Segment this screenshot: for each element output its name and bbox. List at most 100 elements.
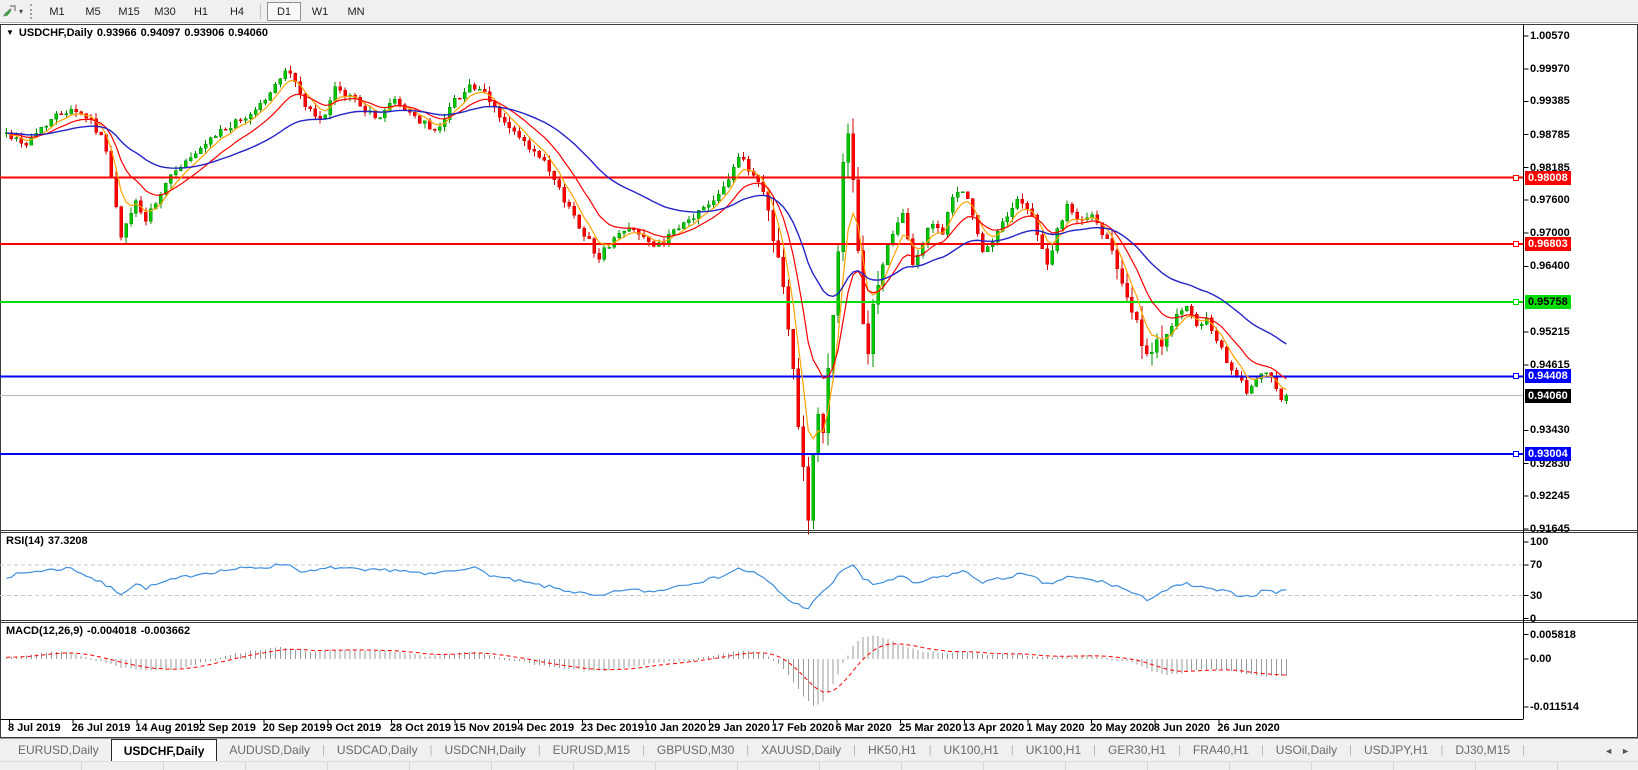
hline-price-tag[interactable]: 0.94408 (1525, 369, 1571, 384)
hline-handle[interactable] (1513, 174, 1519, 181)
collapse-triangle-icon[interactable]: ▼ (6, 28, 14, 37)
price-axis-tick: 0.91645 (1530, 523, 1570, 535)
date-axis-tick: 17 Feb 2020 (771, 722, 835, 734)
chart-tab-uk100-h1[interactable]: UK100,H1 (932, 739, 1011, 761)
tab-scroll-controls: ◄ ► (1604, 739, 1630, 762)
price-axis-tick: 0.93430 (1530, 424, 1570, 437)
timeframe-button-m30[interactable]: M30 (148, 2, 182, 21)
line-studies-cursor-tool-icon[interactable]: ▾ (0, 1, 25, 21)
macd-value: -0.004018 (87, 625, 137, 637)
timeframe-buttons: M1 M5 M15 M30 H1 H4 D1 W1 MN (39, 1, 374, 21)
chart-tab-usdcnh-daily[interactable]: USDCNH,Daily (432, 739, 537, 761)
timeframe-button-h4[interactable]: H4 (220, 2, 254, 21)
date-axis-tick: 8 Jun 2020 (1153, 722, 1210, 734)
date-axis-tick: 23 Dec 2019 (580, 722, 644, 734)
cursor-tool-glyph (3, 5, 16, 17)
macd-axis-tick: -0.011514 (1530, 701, 1579, 714)
tab-scroll-right-icon[interactable]: ► (1621, 746, 1630, 756)
chart-tab-ger30-h1[interactable]: GER30,H1 (1096, 739, 1178, 761)
rsi-axis-tick: 30 (1530, 589, 1543, 602)
chart-tab-usdchf-daily[interactable]: USDCHF,Daily (110, 739, 218, 761)
chart-tab-bar: EURUSD,Daily USDCHF,Daily AUDUSD,Daily | USD… (0, 738, 1638, 770)
quote-high: 0.94097 (140, 27, 181, 39)
current-price-tag[interactable]: 0.94060 (1525, 388, 1571, 403)
rsi-axis-tick: 70 (1530, 558, 1543, 571)
timeframe-button-h1[interactable]: H1 (184, 2, 218, 21)
tab-separator: | (1522, 744, 1525, 756)
price-axis-tick: 0.99970 (1530, 63, 1570, 76)
date-axis-tick: 2 Sep 2019 (198, 722, 256, 734)
date-axis-tick: 29 Jan 2020 (708, 722, 770, 734)
timeframe-button-mn[interactable]: MN (339, 2, 373, 21)
date-axis-tick: 9 Oct 2019 (326, 722, 382, 734)
hline-price-tag[interactable]: 0.98008 (1525, 170, 1571, 185)
tab-bar-bottom-strip (0, 761, 1638, 770)
date-axis-tick: 20 Sep 2019 (262, 722, 326, 734)
hline-price-tag[interactable]: 0.96803 (1525, 237, 1571, 252)
timeframe-button-d1[interactable]: D1 (267, 1, 302, 21)
chart-tab-usoil-daily[interactable]: USOil,Daily (1264, 739, 1349, 761)
date-axis-tick: 6 Mar 2020 (835, 722, 892, 734)
price-axis-tick: 0.97600 (1530, 194, 1570, 207)
price-axis-tick: 0.98785 (1530, 128, 1570, 141)
date-axis-tick: 20 May 2020 (1090, 722, 1155, 734)
chart-tab-audusd-daily[interactable]: AUDUSD,Daily (217, 739, 322, 761)
quote-open: 0.93966 (96, 27, 137, 39)
chart-title: ▼ USDCHF,Daily 0.93966 0.94097 0.93906 0.9406… (6, 27, 272, 39)
date-axis-tick: 14 Aug 2019 (135, 722, 200, 734)
timeframe-button-m5[interactable]: M5 (76, 2, 110, 21)
macd-name: MACD(12,26,9) (6, 625, 84, 637)
timeframe-toolbar: ▾ M1 M5 M15 M30 H1 H4 D1 W1 MN (0, 0, 1638, 23)
dropdown-arrow-icon[interactable]: ▾ (19, 7, 23, 16)
chart-tab-xauusd-daily[interactable]: XAUUSD,Daily (749, 739, 853, 761)
chart-tab-dj30-m15[interactable]: DJ30,M15 (1443, 739, 1522, 761)
timeframe-button-m15[interactable]: M15 (112, 2, 146, 21)
chart-symbol-label: USDCHF,Daily (18, 27, 93, 39)
rsi-indicator-label: RSI(14) 37.3208 (6, 535, 92, 547)
date-axis-tick: 28 Oct 2019 (389, 722, 452, 734)
chart-tab-hk50-h1[interactable]: HK50,H1 (856, 739, 929, 761)
date-axis-tick: 10 Jan 2020 (644, 722, 707, 734)
price-axis-tick: 0.96400 (1530, 260, 1570, 273)
hline-handle[interactable] (1513, 241, 1519, 248)
tab-scroll-left-icon[interactable]: ◄ (1604, 746, 1613, 756)
chart-tab-eurusd-daily[interactable]: EURUSD,Daily (6, 739, 111, 761)
price-axis-tick: 0.99385 (1530, 95, 1570, 108)
date-axis-tick: 26 Jun 2020 (1217, 722, 1280, 734)
chart-tab-usdcad-daily[interactable]: USDCAD,Daily (325, 739, 430, 761)
toolbar-separator (260, 3, 262, 19)
price-axis-tick: 1.00570 (1530, 30, 1570, 42)
hline-price-tag[interactable]: 0.93004 (1525, 446, 1571, 461)
rsi-value: 37.3208 (47, 535, 88, 547)
date-axis-tick: 15 Nov 2019 (453, 722, 518, 734)
hline-price-tag[interactable]: 0.95758 (1525, 294, 1571, 309)
date-axis-tick: 26 Jul 2019 (71, 722, 131, 734)
date-axis-tick: 1 May 2020 (1026, 722, 1085, 734)
date-axis-tick: 13 Apr 2020 (962, 722, 1025, 734)
hline-handle[interactable] (1513, 373, 1519, 380)
macd-indicator-label: MACD(12,26,9) -0.004018 -0.003662 (6, 625, 194, 637)
trading-platform-window: ▾ M1 M5 M15 M30 H1 H4 D1 W1 MN ▼ USDCHF,Daily 0.93… (0, 0, 1638, 770)
chart-tab-usdjpy-h1[interactable]: USDJPY,H1 (1352, 739, 1440, 761)
hline-handle[interactable] (1513, 450, 1519, 457)
macd-axis-tick: 0.00 (1530, 653, 1552, 665)
rsi-axis-tick: 100 (1530, 536, 1549, 548)
price-axis-tick: 0.92245 (1530, 489, 1570, 502)
chart-tab-uk100-h1[interactable]: UK100,H1 (1014, 739, 1093, 761)
quote-close: 0.94060 (228, 27, 268, 39)
date-axis-tick: 4 Dec 2019 (517, 722, 575, 734)
timeframe-button-m1[interactable]: M1 (40, 2, 74, 21)
chart-tab-eurusd-m15[interactable]: EURUSD,M15 (541, 739, 642, 761)
quote-low: 0.93906 (184, 27, 225, 39)
macd-signal-value: -0.003662 (140, 625, 191, 637)
chart-tab-fra40-h1[interactable]: FRA40,H1 (1181, 739, 1261, 761)
rsi-name: RSI(14) (6, 535, 44, 547)
chart-canvas[interactable] (0, 0, 1638, 770)
chart-tab-gbpusd-m30[interactable]: GBPUSD,M30 (645, 739, 746, 761)
chart-tabs: EURUSD,Daily USDCHF,Daily AUDUSD,Daily | USD… (0, 738, 1638, 761)
macd-axis-tick: 0.005818 (1530, 628, 1576, 641)
timeframe-button-w1[interactable]: W1 (303, 2, 337, 21)
hline-handle[interactable] (1513, 298, 1519, 305)
rsi-axis-tick: 0 (1530, 612, 1537, 625)
toolbar-grip (30, 3, 33, 19)
